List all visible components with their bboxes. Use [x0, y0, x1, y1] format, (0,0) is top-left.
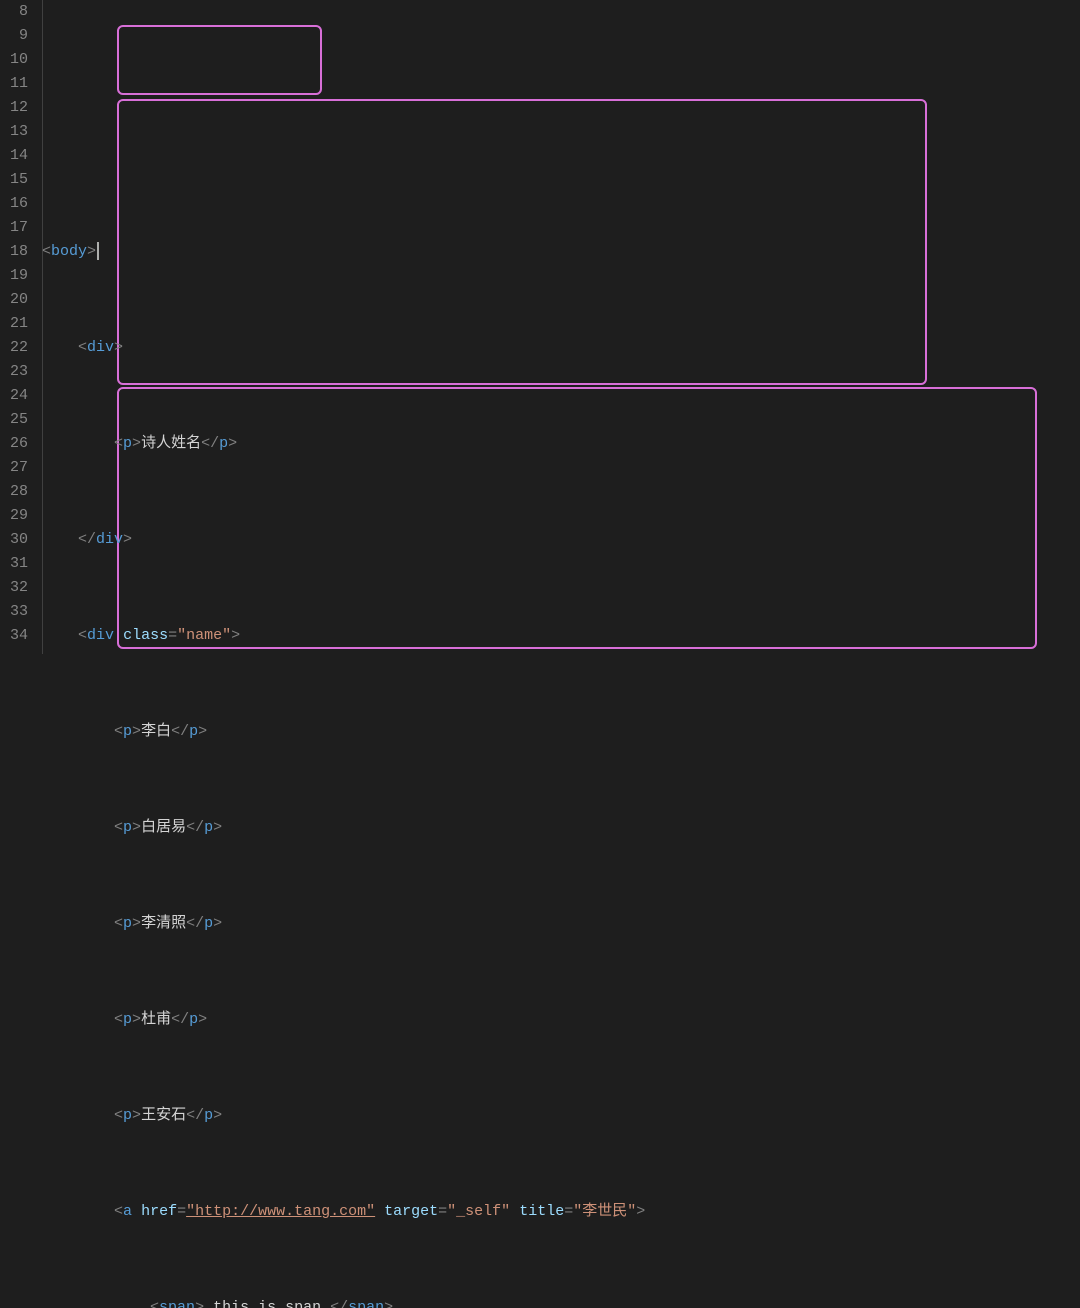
code-line[interactable]: <p>杜甫</p>	[42, 1008, 1080, 1032]
code-line[interactable]: <span> this is span </span>	[42, 1296, 1080, 1308]
line-number: 24	[0, 384, 28, 408]
line-number: 29	[0, 504, 28, 528]
code-line[interactable]: <p>白居易</p>	[42, 816, 1080, 840]
line-number: 15	[0, 168, 28, 192]
line-number: 12	[0, 96, 28, 120]
code-line[interactable]: <div class="name">	[42, 624, 1080, 648]
line-number: 32	[0, 576, 28, 600]
code-line[interactable]: </div>	[42, 528, 1080, 552]
line-number: 30	[0, 528, 28, 552]
line-number: 21	[0, 312, 28, 336]
line-number: 33	[0, 600, 28, 624]
line-number: 26	[0, 432, 28, 456]
code-line[interactable]: <p>诗人姓名</p>	[42, 432, 1080, 456]
code-line[interactable]: <p>王安石</p>	[42, 1104, 1080, 1128]
text-cursor	[97, 242, 99, 260]
code-line[interactable]: <p>李白</p>	[42, 720, 1080, 744]
code-line[interactable]: <body>	[42, 240, 1080, 264]
highlight-box	[117, 25, 322, 95]
line-number: 20	[0, 288, 28, 312]
line-number: 27	[0, 456, 28, 480]
line-number: 9	[0, 24, 28, 48]
line-number: 18	[0, 240, 28, 264]
code-area[interactable]: <body> <div> <p>诗人姓名</p> </div> <div cla…	[42, 0, 1080, 654]
line-number: 17	[0, 216, 28, 240]
line-number: 16	[0, 192, 28, 216]
line-number: 13	[0, 120, 28, 144]
line-number: 23	[0, 360, 28, 384]
line-number: 31	[0, 552, 28, 576]
line-number: 19	[0, 264, 28, 288]
code-editor[interactable]: 8 9 10 11 12 13 14 15 16 17 18 19 20 21 …	[0, 0, 1080, 654]
line-number: 25	[0, 408, 28, 432]
line-number-gutter: 8 9 10 11 12 13 14 15 16 17 18 19 20 21 …	[0, 0, 42, 654]
highlight-box	[117, 387, 1037, 649]
line-number: 28	[0, 480, 28, 504]
line-number: 14	[0, 144, 28, 168]
line-number: 8	[0, 0, 28, 24]
code-line[interactable]: <p>李清照</p>	[42, 912, 1080, 936]
code-line[interactable]: <a href="http://www.tang.com" target="_s…	[42, 1200, 1080, 1224]
line-number: 22	[0, 336, 28, 360]
line-number: 34	[0, 624, 28, 648]
line-number: 11	[0, 72, 28, 96]
code-line[interactable]: <div>	[42, 336, 1080, 360]
line-number: 10	[0, 48, 28, 72]
